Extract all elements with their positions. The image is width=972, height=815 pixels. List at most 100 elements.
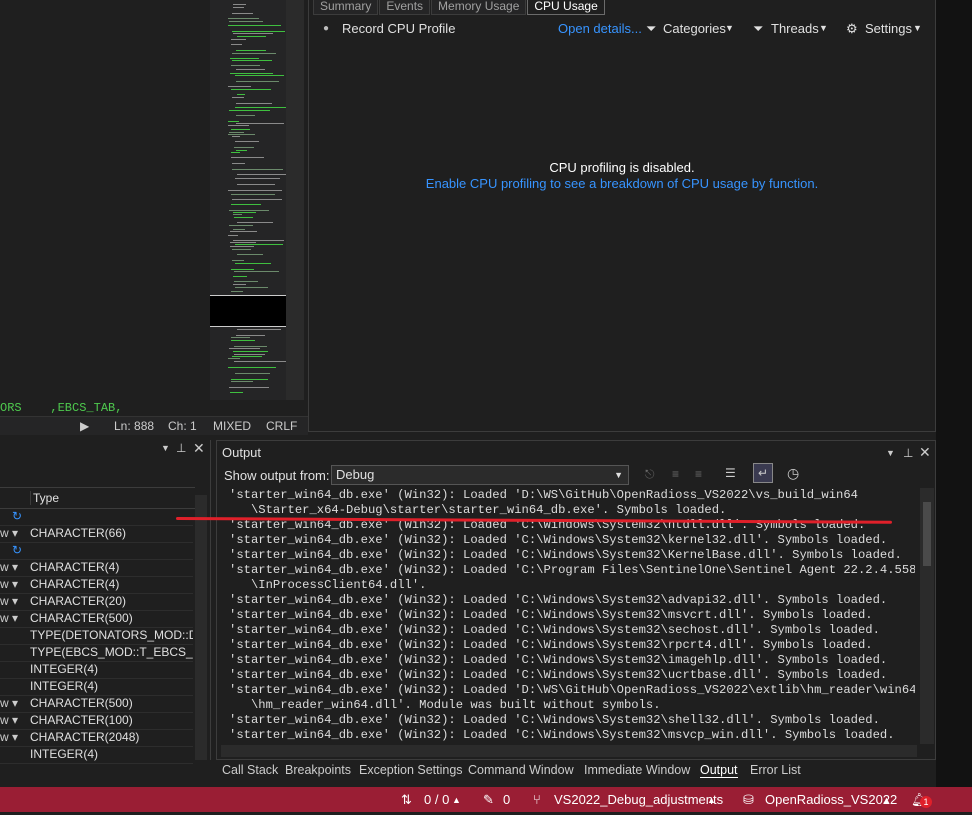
sort-arrows-icon[interactable]: ⇅ <box>401 792 412 808</box>
gear-icon[interactable]: ⚙ <box>846 21 858 37</box>
tab-immediate-window[interactable]: Immediate Window <box>584 763 690 777</box>
pin-icon[interactable]: ⊥ <box>176 441 186 455</box>
minimap-line <box>229 210 269 211</box>
minimap-line <box>236 123 284 124</box>
repository-name[interactable]: OpenRadioss_VS2022 <box>765 792 897 807</box>
enable-cpu-profiling-link[interactable]: Enable CPU profiling to see a breakdown … <box>309 176 935 191</box>
changes-count[interactable]: 0 <box>503 792 510 807</box>
output-line: 'starter_win64_db.exe' (Win32): Loaded '… <box>229 728 895 742</box>
locals-row[interactable]: INTEGER(4) <box>0 661 193 679</box>
chevron-up-icon[interactable]: ▲ <box>452 795 461 805</box>
git-branch[interactable]: VS2022_Debug_adjustments <box>554 792 723 807</box>
previous-message-icon[interactable]: ≡ <box>672 467 679 481</box>
locals-scrollbar[interactable] <box>195 495 207 760</box>
tab-cpu-usage[interactable]: CPU Usage <box>527 0 605 15</box>
line-ending[interactable]: CRLF <box>266 417 297 435</box>
error-count[interactable]: 0 / 0 <box>424 792 449 807</box>
tab-events[interactable]: Events <box>379 0 431 15</box>
minimap-viewport[interactable] <box>210 295 286 327</box>
locals-panel: ▼ ⊥ ✕ Type ↻ w ▾ CHARACTER(66) ↻ w ▾ CHARACTE… <box>0 440 211 764</box>
minimap-line <box>231 379 268 380</box>
output-text[interactable]: 'starter_win64_db.exe' (Win32): Loaded '… <box>229 488 915 744</box>
minimap-line <box>231 39 246 40</box>
chevron-down-icon[interactable]: ▼ <box>725 23 734 33</box>
chevron-down-icon[interactable]: ▼ <box>913 23 922 33</box>
minimap-line <box>229 21 263 22</box>
settings-dropdown[interactable]: Settings <box>865 21 912 36</box>
locals-row[interactable]: TYPE(DETONATORS_MOD::D... <box>0 627 193 645</box>
pencil-icon[interactable]: ✎ <box>483 792 494 808</box>
column-number[interactable]: Ch: 1 <box>168 417 197 435</box>
minimap-line <box>230 246 254 247</box>
chevron-down-icon[interactable]: ▼ <box>161 443 170 453</box>
record-dot-icon[interactable]: ● <box>323 23 329 34</box>
branch-icon[interactable]: ⑂ <box>533 792 541 807</box>
output-horizontal-scrollbar[interactable] <box>221 745 917 757</box>
minimap-line <box>228 125 249 126</box>
locals-row[interactable]: ↻ <box>0 508 193 526</box>
editor-minimap[interactable] <box>210 0 286 400</box>
minimap-line <box>234 281 258 282</box>
open-details-link[interactable]: Open details... <box>558 21 642 36</box>
diagnostic-tools-panel: Summary Events Memory Usage CPU Usage ● … <box>308 0 936 432</box>
refresh-icon[interactable]: ↻ <box>12 508 22 525</box>
output-source-select[interactable]: Debug ▼ <box>331 465 629 485</box>
refresh-icon[interactable]: ↻ <box>12 542 22 559</box>
categories-dropdown[interactable]: Categories <box>663 21 726 36</box>
locals-row[interactable]: w ▾ CHARACTER(500) <box>0 695 193 713</box>
close-icon[interactable]: ✕ <box>919 444 931 461</box>
code-editor[interactable]: ORS ,EBCS_TAB, <box>0 0 210 416</box>
minimap-line <box>228 18 259 19</box>
locals-row[interactable]: w ▾ CHARACTER(4) <box>0 576 193 594</box>
locals-row[interactable]: w ▾ CHARACTER(100) <box>0 712 193 730</box>
minimap-line <box>232 136 240 137</box>
chevron-up-icon[interactable]: ▲ <box>707 795 716 805</box>
chevron-down-icon[interactable]: ▼ <box>886 448 895 458</box>
pin-icon[interactable]: ⊥ <box>903 446 913 460</box>
locals-row[interactable]: INTEGER(4) <box>0 678 193 696</box>
locals-row[interactable]: TYPE(EBCS_MOD::T_EBCS_TA... <box>0 644 193 662</box>
filter-icon[interactable]: ⏷ <box>753 21 763 37</box>
tab-error-list[interactable]: Error List <box>750 763 801 777</box>
editor-scrollbar[interactable] <box>286 0 304 400</box>
tab-breakpoints[interactable]: Breakpoints <box>285 763 351 777</box>
type-column-header[interactable]: Type <box>30 491 59 505</box>
threads-dropdown[interactable]: Threads <box>771 21 819 36</box>
clear-all-icon[interactable]: ☰ <box>725 466 736 480</box>
tab-exception-settings[interactable]: Exception Settings <box>359 763 463 777</box>
output-scrollbar[interactable] <box>920 488 934 744</box>
tab-command-window[interactable]: Command Window <box>468 763 574 777</box>
tab-output[interactable]: Output <box>700 763 738 778</box>
locals-row[interactable]: w ▾ CHARACTER(66) <box>0 525 193 543</box>
locals-row[interactable]: INTEGER(4) <box>0 746 193 764</box>
tab-memory-usage[interactable]: Memory Usage <box>431 0 527 15</box>
indent-mode[interactable]: MIXED <box>213 417 251 435</box>
close-icon[interactable]: ✕ <box>193 440 205 457</box>
filter-icon[interactable]: ⏷ <box>646 21 656 37</box>
scrollbar-thumb[interactable] <box>923 502 931 566</box>
repository-icon[interactable]: ⛁ <box>743 792 754 808</box>
scroll-right-icon[interactable]: ▶ <box>80 417 89 435</box>
chevron-up-icon[interactable]: ▲ <box>882 795 891 805</box>
chevron-down-icon[interactable]: ▼ <box>819 23 828 33</box>
minimap-line <box>234 147 254 148</box>
find-message-icon[interactable]: ⎋ <box>645 467 655 482</box>
locals-row[interactable]: w ▾ CHARACTER(2048) <box>0 729 193 747</box>
tab-summary[interactable]: Summary <box>313 0 379 15</box>
minimap-line <box>228 190 282 191</box>
minimap-line <box>233 284 246 285</box>
locals-row[interactable]: ↻ <box>0 542 193 560</box>
line-number[interactable]: Ln: 888 <box>114 417 154 435</box>
minimap-line <box>231 44 242 45</box>
next-message-icon[interactable]: ≡ <box>695 467 702 481</box>
locals-row[interactable]: w ▾ CHARACTER(20) <box>0 593 193 611</box>
locals-row[interactable]: w ▾ CHARACTER(4) <box>0 559 193 577</box>
word-wrap-icon[interactable]: ↵ <box>753 463 773 483</box>
record-cpu-profile-button[interactable]: Record CPU Profile <box>342 21 455 36</box>
locals-type-cell: CHARACTER(4) <box>30 577 120 591</box>
output-title: Output <box>222 445 262 460</box>
minimap-line <box>230 231 257 232</box>
locals-row[interactable]: w ▾ CHARACTER(500) <box>0 610 193 628</box>
tab-call-stack[interactable]: Call Stack <box>222 763 278 777</box>
clock-icon[interactable]: ◷ <box>787 465 799 482</box>
